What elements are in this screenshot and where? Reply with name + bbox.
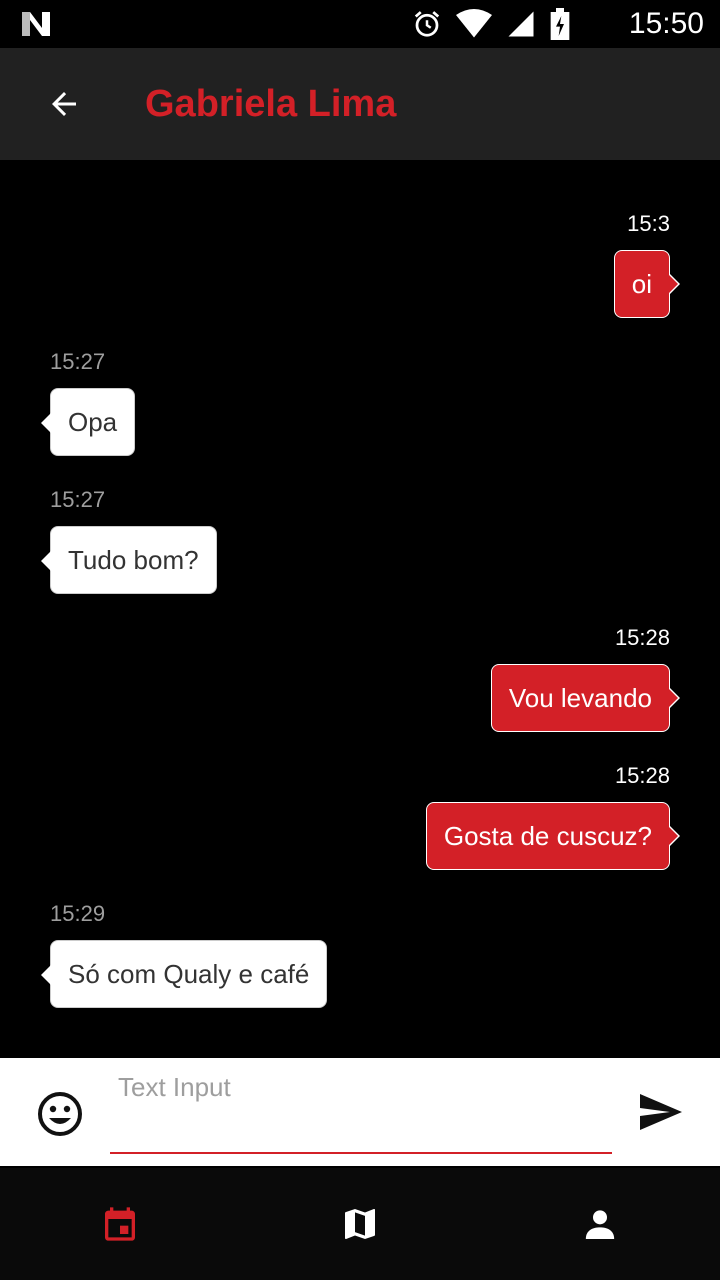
contact-name-title: Gabriela Lima	[145, 83, 397, 125]
status-bar: 15:50	[0, 0, 720, 48]
message-outgoing: 15:28 Gosta de cuscuz?	[425, 762, 681, 870]
message-time: 15:28	[614, 625, 670, 650]
message-time: 15:28	[614, 763, 670, 788]
battery-charging-icon	[550, 8, 570, 40]
system-icons	[412, 8, 570, 40]
nav-item-calendar[interactable]	[0, 1168, 240, 1280]
message-incoming: 15:27 Tudo bom?	[41, 486, 217, 594]
n-logo-icon	[22, 12, 50, 36]
message-bubble[interactable]: Opa	[40, 388, 136, 456]
message-time: 15:27	[50, 349, 106, 374]
back-button[interactable]	[32, 76, 96, 132]
message-bubble[interactable]: Tudo bom?	[41, 526, 217, 594]
emoji-icon[interactable]	[36, 1090, 84, 1138]
signal-icon	[508, 11, 534, 37]
message-incoming: 15:27 Opa	[40, 348, 136, 456]
nav-item-profile[interactable]	[480, 1168, 720, 1280]
message-list[interactable]: 15:3 oi 15:27 Opa 15:27 Tudo bom? 15:28 …	[0, 160, 720, 1058]
composer-bar	[0, 1058, 720, 1166]
send-icon[interactable]	[636, 1088, 684, 1136]
message-outgoing: 15:28 Vou levando	[490, 624, 681, 732]
bottom-navigation	[0, 1168, 720, 1280]
message-incoming: 15:29 Só com Qualy e café	[40, 900, 328, 1008]
message-bubble[interactable]: Vou levando	[490, 664, 681, 732]
wifi-icon	[456, 9, 492, 38]
app-bar: Gabriela Lima	[0, 48, 720, 160]
message-time: 15:3	[627, 211, 670, 236]
arrow-back-icon	[52, 92, 76, 116]
person-icon	[585, 1210, 615, 1239]
calendar-icon	[105, 1207, 135, 1241]
message-bubble[interactable]: Só com Qualy e café	[40, 940, 328, 1008]
nav-item-map[interactable]	[240, 1168, 480, 1280]
message-bubble[interactable]: oi	[613, 250, 681, 318]
map-icon	[345, 1209, 375, 1239]
status-clock: 15:50	[628, 7, 704, 40]
message-time: 15:29	[50, 901, 106, 926]
message-time: 15:27	[50, 487, 106, 512]
message-input[interactable]	[110, 1068, 612, 1154]
message-bubble[interactable]: Gosta de cuscuz?	[425, 802, 681, 870]
alarm-icon	[414, 11, 440, 37]
message-outgoing: 15:3 oi	[613, 210, 681, 318]
